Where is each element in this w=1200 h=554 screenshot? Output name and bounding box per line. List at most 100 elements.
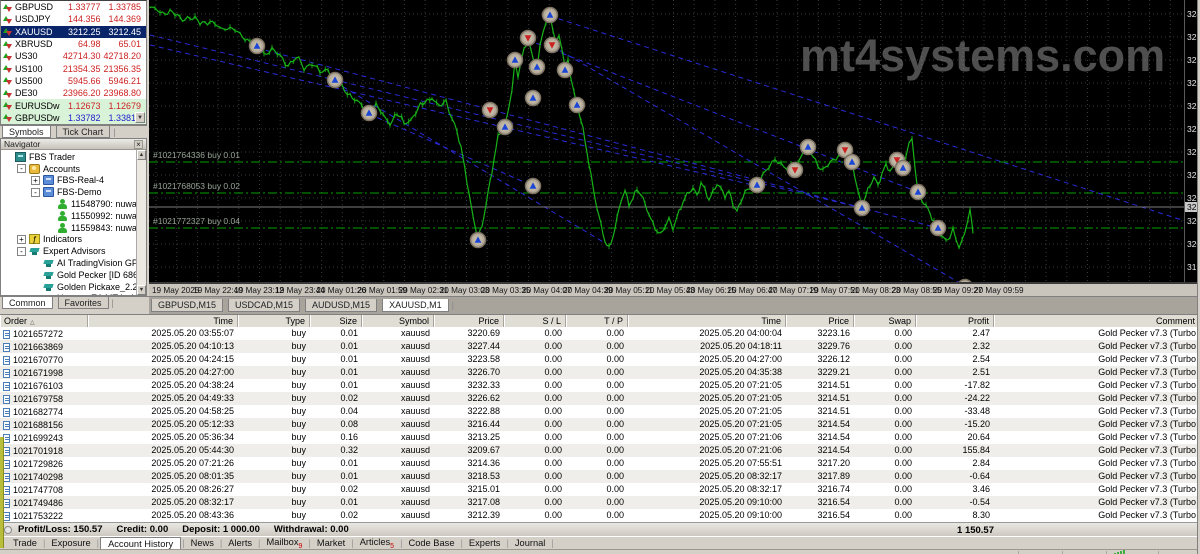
docked-side-tab[interactable] <box>0 437 4 548</box>
market-watch-row[interactable]: XBRUSD 64.98 65.01 <box>1 38 146 50</box>
cell: 0.02 <box>340 393 358 403</box>
login-icon <box>57 199 68 210</box>
history-row[interactable]: 1021699243 2025.05.20 05:36:34 buy 0.16 xauu… <box>0 431 1200 444</box>
market-watch-row[interactable]: USDJPY 144.356 144.369 <box>1 13 146 25</box>
tree-item[interactable]: Hermes EA MT4 v1.4 <box>1 293 136 295</box>
order-doc-icon <box>3 433 10 443</box>
tab-common[interactable]: Common <box>2 297 53 309</box>
market-watch-row[interactable]: GBPUSDw 1.33782 1.33817 <box>1 111 146 124</box>
history-row[interactable]: 1021740298 2025.05.20 08:01:35 buy 0.01 xauu… <box>0 470 1200 483</box>
expand-icon[interactable]: + <box>17 234 26 244</box>
cell: xauusd <box>400 354 430 364</box>
history-row[interactable]: 1021676103 2025.05.20 04:38:24 buy 0.01 xauu… <box>0 379 1200 392</box>
scroll-down-icon[interactable]: ▼ <box>135 112 145 123</box>
cell: 2.54 <box>972 354 990 364</box>
market-watch-row[interactable]: US500 5945.66 5946.21 <box>1 75 146 87</box>
connection-status-icon <box>1114 550 1128 554</box>
terminal-tab-articles[interactable]: Articles5 <box>355 537 399 550</box>
history-row[interactable]: 1021670770 2025.05.20 04:24:15 buy 0.01 xauu… <box>0 353 1200 366</box>
cell: 3215.01 <box>467 484 500 494</box>
terminal-tab-code-base[interactable]: Code Base <box>404 538 460 548</box>
market-watch-row[interactable]: GBPUSD 1.33777 1.33785 <box>1 1 146 13</box>
navigator-tree: FBS Trader - Accounts + FBS-Real-4- FBS-Demo 1… <box>1 150 136 295</box>
chart-tab-usdcad-m15[interactable]: USDCAD,M15 <box>228 299 301 312</box>
collapse-icon[interactable]: - <box>17 246 26 256</box>
cell: 3216.44 <box>467 419 500 429</box>
cell: Gold Pecker v7.3 (Turbo <box>1098 354 1196 364</box>
tab-tick-chart[interactable]: Tick Chart <box>55 126 111 138</box>
terminal-tab-account-history[interactable]: Account History <box>100 536 182 550</box>
terminal-tab-trade[interactable]: Trade <box>8 538 42 548</box>
tree-item[interactable]: - FBS-Demo <box>1 186 136 198</box>
tree-item[interactable]: Gold Pecker [ID 6865] XAUUSD <box>1 269 136 281</box>
history-row[interactable]: 1021688156 2025.05.20 05:12:33 buy 0.08 xauu… <box>0 418 1200 431</box>
history-row[interactable]: 1021749486 2025.05.20 08:32:17 buy 0.01 xauu… <box>0 496 1200 509</box>
terminal-tab-mailbox[interactable]: Mailbox9 <box>261 537 307 550</box>
tree-item[interactable]: Golden Pickaxe_2.23_fix <box>1 281 136 293</box>
chart-tab-gbpusd-m15[interactable]: GBPUSD,M15 <box>151 299 224 312</box>
scroll-up-icon[interactable]: ▲ <box>137 150 146 160</box>
collapse-icon[interactable]: - <box>31 187 40 197</box>
terminal-tab-alerts[interactable]: Alerts <box>223 538 257 548</box>
cell: 3223.58 <box>467 354 500 364</box>
cell: 3226.62 <box>467 393 500 403</box>
tab-separator: | <box>551 538 554 548</box>
cell: 0.00 <box>606 354 624 364</box>
history-row[interactable]: 1021729826 2025.05.20 07:21:26 buy 0.01 xauu… <box>0 457 1200 470</box>
tree-item[interactable]: 11548790: nuwara paksha <box>1 198 136 210</box>
collapse-icon[interactable]: - <box>17 164 26 174</box>
market-watch-row[interactable]: XAUUSD 3212.25 3212.45 <box>1 25 146 38</box>
scroll-down-icon[interactable]: ▼ <box>137 285 146 295</box>
market-watch-row[interactable]: US100 21354.35 21356.35 <box>1 62 146 74</box>
terminal-tab-exposure[interactable]: Exposure <box>46 538 95 548</box>
history-row[interactable]: 1021701918 2025.05.20 05:44:30 buy 0.32 xauu… <box>0 444 1200 457</box>
tree-item[interactable]: 11559843: nuwara paksha <box>1 222 136 234</box>
history-row[interactable]: 1021663869 2025.05.20 04:10:13 buy 0.01 xauu… <box>0 340 1200 353</box>
terminal-tab-market[interactable]: Market <box>312 538 350 548</box>
market-watch-row[interactable]: US30 42714.30 42718.20 <box>1 50 146 62</box>
summary-values: Profit/Loss: 150.57 Credit: 0.00 Deposit: … <box>18 524 363 535</box>
cell: 2025.05.20 07:21:06 <box>699 445 782 455</box>
cell: 0.00 <box>606 445 624 455</box>
market-watch-row[interactable]: EURUSDw 1.12673 1.12679 <box>1 99 146 112</box>
tree-item[interactable]: + ƒ Indicators <box>1 234 136 246</box>
terminal-tab-experts[interactable]: Experts <box>464 538 506 548</box>
tree-item[interactable]: - Expert Advisors <box>1 245 136 257</box>
history-row[interactable]: 1021747708 2025.05.20 08:26:27 buy 0.02 xauu… <box>0 483 1200 496</box>
tab-separator: | <box>451 300 454 310</box>
tree-item[interactable]: 11550992: nuwara paksha <box>1 210 136 222</box>
tree-item[interactable]: FBS Trader <box>1 151 136 163</box>
tree-item[interactable]: AI TradingVision GPX EA_fix_1 <box>1 257 136 269</box>
cell: 8.30 <box>972 510 990 520</box>
tree-item[interactable]: - Accounts <box>1 163 136 175</box>
chart-area[interactable] <box>149 0 1184 282</box>
history-row[interactable]: 1021682774 2025.05.20 04:58:25 buy 0.04 xauu… <box>0 405 1200 418</box>
chart-tab-xauusd-m1[interactable]: XAUUSD,M1 <box>382 299 449 312</box>
cell: Gold Pecker v7.3 (Turbo <box>1098 328 1196 338</box>
chart-tab-audusd-m15[interactable]: AUDUSD,M15 <box>305 299 378 312</box>
tree-label: Hermes EA MT4 v1.4 <box>57 293 136 295</box>
history-row[interactable]: 1021671998 2025.05.20 04:27:00 buy 0.01 xauu… <box>0 366 1200 379</box>
cell: 0.32 <box>340 445 358 455</box>
terminal-tab-journal[interactable]: Journal <box>510 538 551 548</box>
cell: 2025.05.20 07:21:05 <box>699 419 782 429</box>
tab-favorites[interactable]: Favorites <box>57 297 109 309</box>
cell: 0.00 <box>606 497 624 507</box>
summary-item: Deposit: 1 000.00 <box>182 524 260 535</box>
market-watch-row[interactable]: DE30 23966.20 23968.80 <box>1 87 146 99</box>
cell: 0.00 <box>894 484 912 494</box>
tab-symbols[interactable]: Symbols <box>2 126 51 138</box>
navigator-scrollbar[interactable]: ▲ ▼ <box>136 150 146 295</box>
history-row[interactable]: 1021679758 2025.05.20 04:49:33 buy 0.02 xauu… <box>0 392 1200 405</box>
cell: 0.00 <box>544 432 562 442</box>
terminal-tab-news[interactable]: News <box>186 538 219 548</box>
history-row[interactable]: 1021657272 2025.05.20 03:55:07 buy 0.01 xauu… <box>0 327 1200 340</box>
symbol-name: GBPUSD <box>15 2 54 13</box>
cell: 0.00 <box>894 432 912 442</box>
history-row[interactable]: 1021753222 2025.05.20 08:43:36 buy 0.02 xauu… <box>0 509 1200 522</box>
cell: buy <box>291 419 306 429</box>
tree-item[interactable]: + FBS-Real-4 <box>1 175 136 187</box>
close-icon[interactable]: × <box>134 139 143 149</box>
tab-separator: | <box>113 127 116 137</box>
expand-icon[interactable]: + <box>31 175 40 185</box>
